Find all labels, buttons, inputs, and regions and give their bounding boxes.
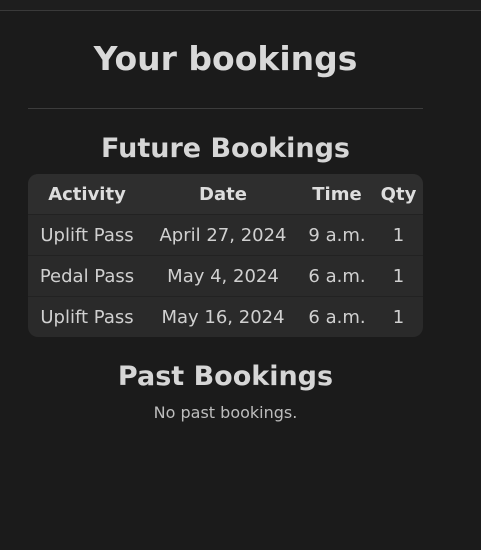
column-header-qty: Qty xyxy=(374,174,423,215)
column-header-activity: Activity xyxy=(28,174,146,215)
column-header-date: Date xyxy=(146,174,300,215)
future-bookings-table: Activity Date Time Qty Uplift Pass April… xyxy=(28,174,423,337)
cell-time: 6 a.m. xyxy=(300,255,374,296)
table-row: Uplift Pass April 27, 2024 9 a.m. 1 xyxy=(28,215,423,255)
cell-activity: Pedal Pass xyxy=(28,255,146,296)
cell-time: 6 a.m. xyxy=(300,296,374,337)
page-title: Your bookings xyxy=(93,39,358,78)
cell-qty: 1 xyxy=(392,224,405,246)
cell-time: 9 a.m. xyxy=(308,224,366,246)
cell-activity: Uplift Pass xyxy=(40,224,134,246)
bookings-page: Your bookings Future Bookings Activity D… xyxy=(28,11,423,422)
column-header-time: Time xyxy=(300,174,374,215)
browser-top-edge xyxy=(0,0,481,11)
cell-date: April 27, 2024 xyxy=(159,224,287,246)
cell-activity: Uplift Pass xyxy=(28,296,146,337)
title-divider xyxy=(28,108,423,109)
cell-qty: 1 xyxy=(374,296,423,337)
cell-date: May 4, 2024 xyxy=(146,255,300,296)
no-past-bookings-text: No past bookings. xyxy=(153,403,298,422)
cell-date: May 16, 2024 xyxy=(146,296,300,337)
future-bookings-heading: Future Bookings xyxy=(101,133,350,164)
past-bookings-heading: Past Bookings xyxy=(117,361,334,392)
table-header-row: Activity Date Time Qty xyxy=(28,174,423,215)
cell-qty: 1 xyxy=(374,255,423,296)
table-row: Pedal Pass May 4, 2024 6 a.m. 1 xyxy=(28,255,423,296)
table-row: Uplift Pass May 16, 2024 6 a.m. 1 xyxy=(28,296,423,337)
